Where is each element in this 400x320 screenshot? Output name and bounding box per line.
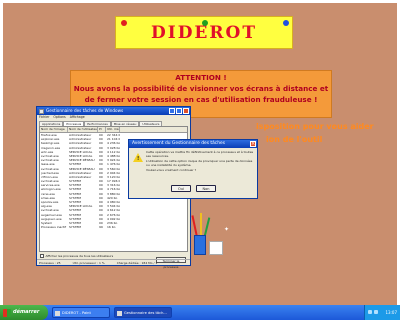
start-label: démarrer [13,309,40,315]
warning-icon-mark: ! [137,156,140,162]
maximize-button[interactable] [176,108,182,114]
tab-applications[interactable]: Applications [39,121,64,126]
column-header-user[interactable]: Nom de l'utilisateur [68,127,98,132]
dialog-question: Voulez-vous vraiment continuer ? [146,168,197,173]
dialog-title: Avertissement du Gestionnaire des tâches [132,141,225,146]
dialog-message: Cette opération va mettre fin définitive… [146,150,254,173]
status-process-count: Processus : 25 [39,261,61,265]
show-all-checkbox[interactable] [40,254,44,258]
tab-utilisateurs[interactable]: Utilisateurs [139,121,163,126]
warning-dialog[interactable]: Avertissement du Gestionnaire des tâches… [128,139,258,199]
start-button[interactable]: démarrer [0,305,48,320]
pencil-illustration [191,215,198,238]
minimize-button[interactable] [169,108,175,114]
clock: 13:07 [385,310,397,315]
table-cell: 99 [99,225,103,230]
tray-icon[interactable] [374,310,378,314]
task-manager-statusbar: Processus : 25 Util. processeur : 1 % Ch… [37,259,190,265]
attention-line-2: de fermer votre session en cas d'utilisa… [84,95,318,104]
dialog-message-2: L'utilisation de cette option risque de … [146,159,253,167]
pencil-illustration [200,213,202,235]
task-manager-title: Gestionnaire des tâches de Windows [46,108,124,113]
pencil-cup-illustration [194,235,206,255]
show-all-label: Afficher les processus de tous les utili… [45,254,114,258]
table-row[interactable]: Processus inactif SYSTEM 99 16 Ko [40,225,187,229]
no-button[interactable]: Non [196,185,216,192]
close-button[interactable] [183,108,189,114]
taskbar-item-paint[interactable]: DIDEROT - Paint [52,307,110,318]
taskbar: démarrer DIDEROT - Paint Gestionnaire de… [0,305,400,320]
dialog-message-1: Cette opération va mettre fin définitive… [146,150,254,158]
table-cell: Processus inactif [41,225,67,230]
tab-performances[interactable]: Performances [84,121,111,126]
sparkle-icon: ✦ [224,226,230,233]
desktop-wallpaper: DIDEROT ATTENTION ! Nous avons la possib… [3,3,397,305]
status-commit: Charge dédiée : 184 Mo / 1 [116,261,158,265]
yes-button[interactable]: Oui [171,185,191,192]
pin-red-icon [121,20,127,26]
task-manager-menubar: Fichier Options Affichage [37,115,190,120]
table-cell: SYSTEM [69,225,81,230]
attention-line-1: Nous avons la possibilité de visionner v… [73,84,329,93]
task-manager-icon [117,311,122,316]
taskbar-item-task-manager[interactable]: Gestionnaire des tâch... [114,307,172,318]
tab-processus[interactable]: Processus [63,121,85,126]
task-manager-titlebar[interactable]: Gestionnaire des tâches de Windows [37,107,190,115]
title-banner: DIDEROT [115,16,293,49]
dialog-close-button[interactable]: × [250,141,256,147]
menu-options[interactable]: Options [53,115,65,120]
paper-illustration [209,241,223,255]
column-header-memory[interactable]: Util. mé... [106,127,120,132]
task-manager-icon [39,108,44,114]
pin-blue-icon [283,20,289,26]
table-cell: 16 Ko [107,225,116,230]
system-tray: 13:07 [364,305,400,320]
background-text-1: isposition pour vous aider [256,122,374,131]
paint-icon [55,311,60,316]
menu-affichage[interactable]: Affichage [70,115,85,120]
column-header-image[interactable]: Nom de l'image [40,127,68,132]
background-text-2: ion de l'outil [266,135,323,144]
column-header-cpu[interactable]: Pr [98,127,106,132]
dialog-titlebar[interactable]: Avertissement du Gestionnaire des tâches… [129,140,257,148]
tray-icon[interactable] [368,310,372,314]
attention-heading: ATTENTION ! [175,73,227,82]
taskbar-item-label: DIDEROT - Paint [62,311,91,315]
tab-mise-en-reseau[interactable]: Mise en réseau [110,121,140,126]
menu-fichier[interactable]: Fichier [39,115,49,120]
pin-green-icon [202,20,208,26]
windows-flag-icon [3,308,11,317]
status-cpu: Util. processeur : 1 % [72,261,105,265]
taskbar-item-label: Gestionnaire des tâch... [124,311,167,315]
